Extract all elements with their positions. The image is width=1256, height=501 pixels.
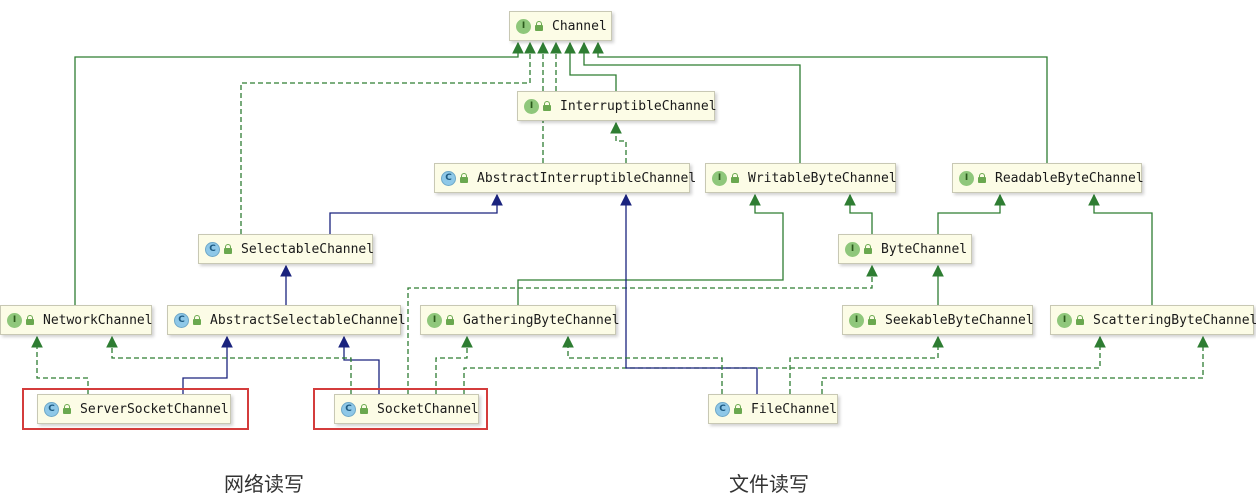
caption-file-io: 文件读写 [729, 472, 809, 496]
node-label: ScatteringByteChannel [1093, 312, 1256, 328]
class-icon: C [715, 401, 730, 417]
node-label: AbstractInterruptibleChannel [477, 170, 697, 186]
visibility-icon [731, 173, 740, 183]
interface-icon: I [959, 170, 974, 186]
edge-socket-network [106, 335, 352, 394]
node-label: NetworkChannel [43, 312, 153, 328]
visibility-icon [224, 244, 233, 254]
edge-socket-abs-selectable [338, 335, 380, 394]
node-abs-interruptible[interactable]: C AbstractInterruptibleChannel [434, 163, 696, 193]
node-seekable[interactable]: I SeekableByteChannel [842, 305, 1034, 335]
interface-icon: I [1057, 312, 1072, 328]
node-label: FileChannel [751, 401, 838, 417]
node-label: WritableByteChannel [748, 170, 897, 186]
visibility-icon [446, 315, 455, 325]
node-label: SelectableChannel [241, 241, 375, 257]
node-channel[interactable]: I Channel [509, 11, 612, 41]
interface-icon: I [516, 18, 531, 34]
class-icon: C [441, 170, 456, 186]
edge-socket-gathering [435, 335, 473, 394]
edge-selectable-abs-interruptible [329, 193, 503, 234]
node-selectable[interactable]: C SelectableChannel [198, 234, 375, 264]
edge-interruptible-channel-ext [564, 41, 617, 91]
interface-icon: I [7, 312, 22, 328]
edge-scattering-readable [1088, 193, 1153, 305]
visibility-icon [734, 404, 743, 414]
edge-server-network [31, 335, 89, 394]
node-writable[interactable]: I WritableByteChannel [705, 163, 897, 193]
edge-server-abs-selectable [182, 335, 233, 394]
node-label: Channel [552, 18, 607, 34]
edge-file-abs-interruptible [620, 193, 758, 394]
interface-icon: I [524, 98, 539, 114]
node-abs-selectable[interactable]: C AbstractSelectableChannel [167, 305, 406, 335]
visibility-icon [193, 315, 202, 325]
node-label: InterruptibleChannel [560, 98, 717, 114]
caption-network-io: 网络读写 [224, 472, 304, 496]
interface-icon: I [845, 241, 860, 257]
edge-socket-scattering [463, 335, 1106, 394]
node-label: SeekableByteChannel [885, 312, 1034, 328]
visibility-icon [978, 173, 987, 183]
visibility-icon [543, 101, 552, 111]
interface-icon: I [849, 312, 864, 328]
visibility-icon [868, 315, 877, 325]
visibility-icon [1076, 315, 1085, 325]
node-label: AbstractSelectableChannel [210, 312, 406, 328]
node-gathering[interactable]: I GatheringByteChannel [420, 305, 620, 335]
node-file[interactable]: C FileChannel [708, 394, 838, 424]
node-scattering[interactable]: I ScatteringByteChannel [1050, 305, 1256, 335]
node-readable[interactable]: I ReadableByteChannel [952, 163, 1144, 193]
interface-icon: I [712, 170, 727, 186]
node-label: ByteChannel [881, 241, 968, 257]
edge-byte-readable [937, 193, 1006, 234]
edge-file-scattering [821, 335, 1209, 394]
visibility-icon [535, 21, 544, 31]
edge-selectable-channel [240, 41, 536, 234]
visibility-icon [864, 244, 873, 254]
edge-byte-writable [844, 193, 873, 234]
highlight-box-socket [313, 388, 488, 430]
node-network[interactable]: I NetworkChannel [0, 305, 153, 335]
class-icon: C [205, 241, 220, 257]
interface-icon: I [427, 312, 442, 328]
highlight-box-server-socket [22, 388, 249, 430]
node-label: GatheringByteChannel [463, 312, 620, 328]
edge-abs-interruptible-interruptible [610, 121, 627, 163]
node-label: ReadableByteChannel [995, 170, 1144, 186]
node-interruptible[interactable]: I InterruptibleChannel [517, 91, 717, 121]
visibility-icon [26, 315, 35, 325]
class-icon: C [174, 312, 189, 328]
edge-file-seekable [789, 335, 944, 394]
visibility-icon [460, 173, 469, 183]
node-bytechannel[interactable]: I ByteChannel [838, 234, 972, 264]
edge-file-gathering [562, 335, 723, 394]
